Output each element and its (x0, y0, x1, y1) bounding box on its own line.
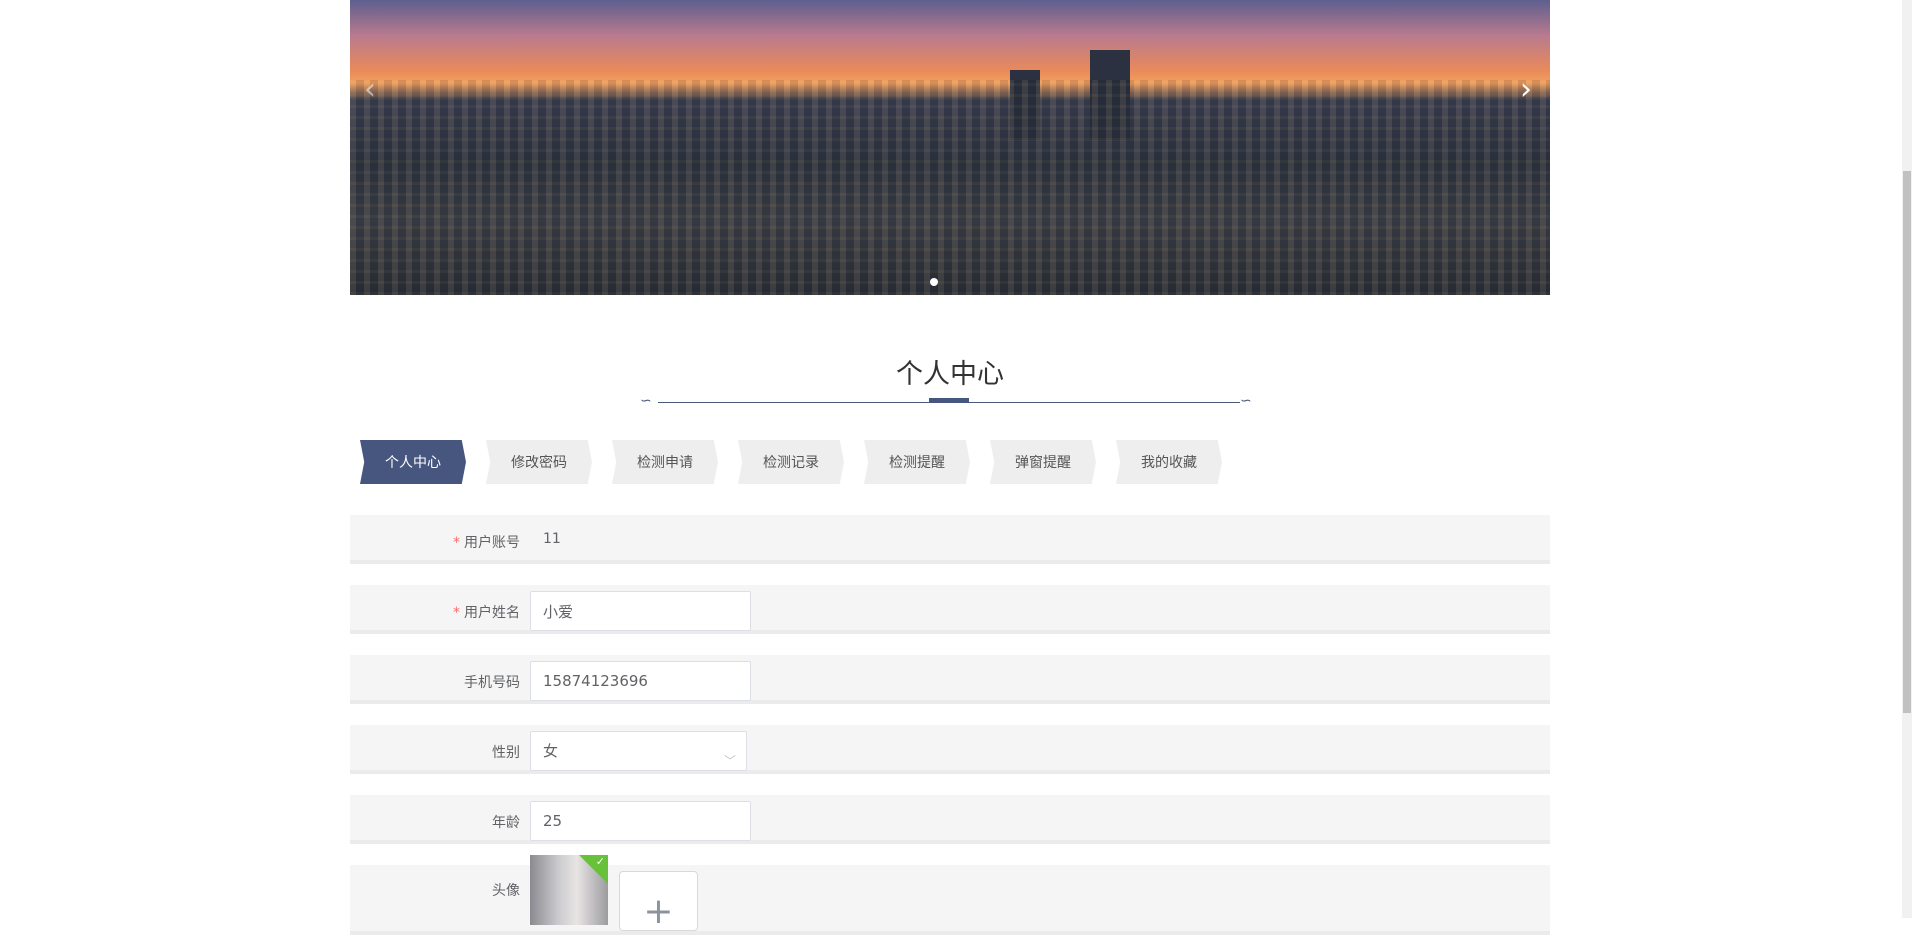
plus-icon: + (643, 891, 674, 932)
tab-test-records[interactable]: 检测记录 (738, 440, 844, 484)
name-label: * 用户姓名 (350, 602, 520, 622)
chevron-right-icon[interactable]: › (1520, 72, 1532, 107)
tab-change-password[interactable]: 修改密码 (486, 440, 592, 484)
account-value: 11 (543, 531, 561, 547)
gender-label: 性别 (492, 745, 520, 761)
tab-test-reminders[interactable]: 检测提醒 (864, 440, 970, 484)
phone-label: 手机号码 (464, 675, 520, 691)
account-label-text: 用户账号 (464, 535, 520, 551)
gender-value: 女 (543, 742, 559, 760)
avatar-upload-button[interactable]: + (619, 871, 698, 932)
banner-carousel (350, 0, 1550, 295)
scrollbar[interactable] (1902, 0, 1912, 918)
city-image (350, 80, 1550, 295)
carousel-indicator[interactable] (930, 278, 938, 286)
required-mark: * (453, 605, 460, 621)
check-icon: ✓ (595, 855, 605, 868)
ornament-right: ∽ (1240, 393, 1252, 409)
phone-input[interactable] (530, 661, 751, 701)
account-label: * 用户账号 (350, 532, 520, 552)
form-row-account: * 用户账号 11 (350, 515, 1550, 564)
tab-test-application[interactable]: 检测申请 (612, 440, 718, 484)
page-title: 个人中心 (896, 359, 1004, 390)
tab-personal-center[interactable]: 个人中心 (360, 440, 466, 484)
avatar-label: 头像 (492, 883, 520, 899)
tab-my-favorites[interactable]: 我的收藏 (1116, 440, 1222, 484)
form-row-name: * 用户姓名 (350, 585, 1550, 634)
required-mark: * (453, 535, 460, 551)
scrollbar-thumb[interactable] (1903, 171, 1911, 713)
form-row-avatar: 头像 ✓ + (350, 855, 1550, 935)
age-input[interactable] (530, 801, 751, 841)
form-row-gender: 性别 女 ﹀ (350, 725, 1550, 774)
name-label-text: 用户姓名 (464, 605, 520, 621)
form-row-phone: 手机号码 (350, 655, 1550, 704)
avatar-image[interactable]: ✓ (530, 855, 608, 925)
chevron-down-icon: ﹀ (723, 754, 736, 768)
chevron-left-icon[interactable]: ‹ (364, 72, 376, 107)
age-label: 年龄 (492, 815, 520, 831)
form-row-age: 年龄 (350, 795, 1550, 844)
gender-select[interactable]: 女 ﹀ (530, 731, 747, 771)
ornament-left: ∽ (640, 393, 652, 409)
tab-popup-reminders[interactable]: 弹窗提醒 (990, 440, 1096, 484)
title-divider-accent (929, 398, 969, 403)
name-input[interactable] (530, 591, 751, 631)
